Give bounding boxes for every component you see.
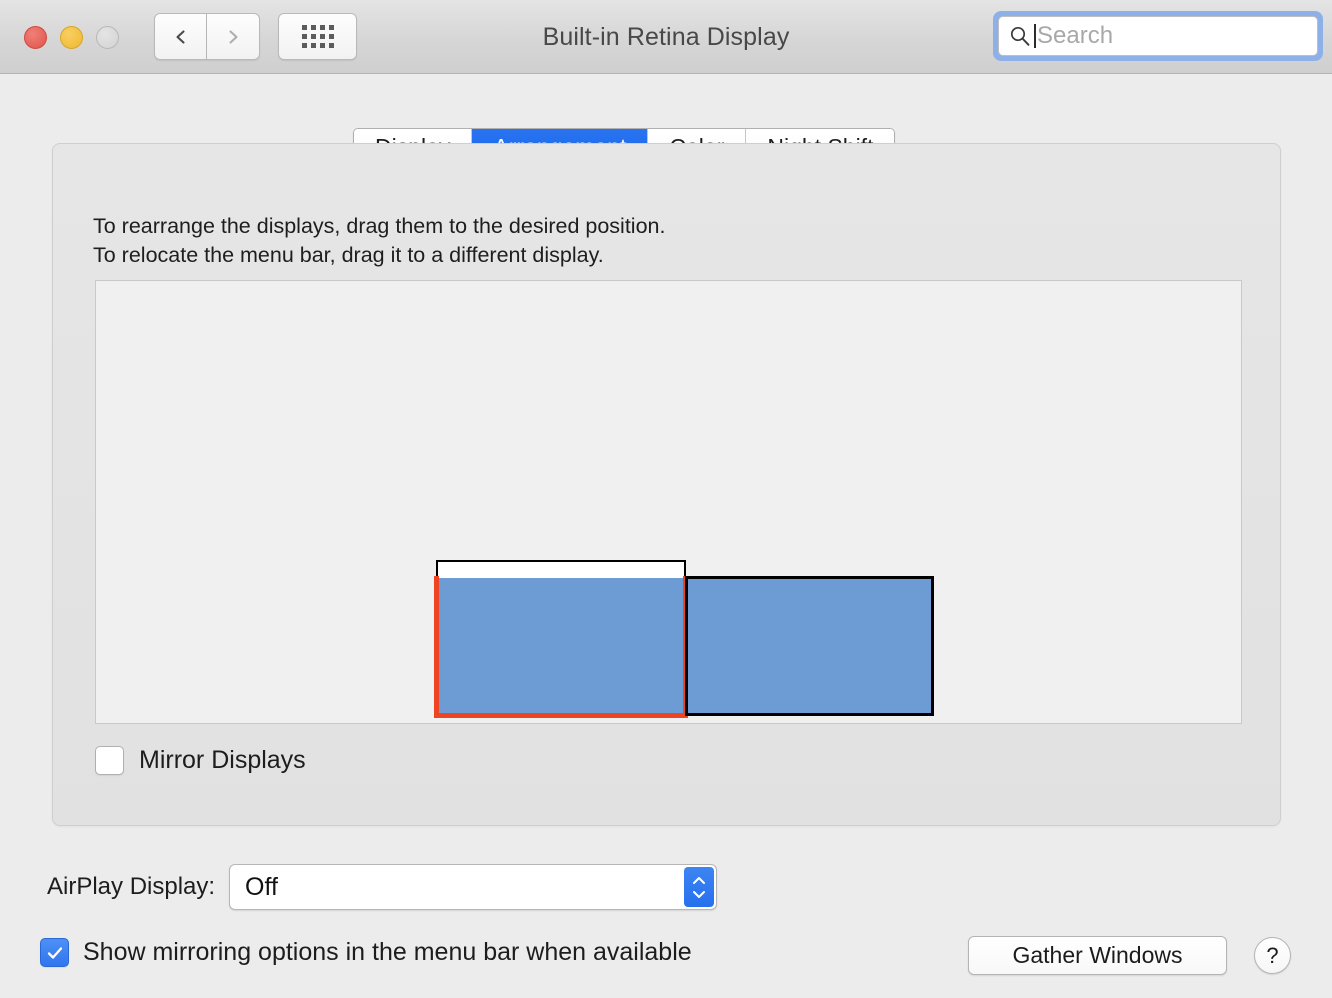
display-screen-area <box>436 578 686 716</box>
display-built-in[interactable] <box>434 560 688 718</box>
instructions: To rearrange the displays, drag them to … <box>93 212 665 270</box>
show-mirroring-row[interactable]: Show mirroring options in the menu bar w… <box>40 938 692 967</box>
instruction-line-2: To relocate the menu bar, drag it to a d… <box>93 243 604 267</box>
search-icon <box>1010 26 1030 46</box>
chevron-up-icon <box>693 876 706 884</box>
display-arrangement-canvas[interactable] <box>95 280 1242 724</box>
arrangement-panel: To rearrange the displays, drag them to … <box>52 143 1281 826</box>
airplay-display-row: AirPlay Display: Off <box>47 864 718 910</box>
mirror-displays-checkbox[interactable] <box>95 746 124 775</box>
help-button[interactable]: ? <box>1254 937 1291 974</box>
display-external[interactable] <box>685 576 934 716</box>
airplay-display-label: AirPlay Display: <box>47 873 216 900</box>
text-cursor <box>1034 24 1036 48</box>
system-preferences-window: Built-in Retina Display Search Display A… <box>0 0 1332 998</box>
window-toolbar: Built-in Retina Display Search <box>0 0 1332 74</box>
airplay-display-select[interactable]: Off <box>229 864 718 910</box>
mirror-displays-label: Mirror Displays <box>139 746 306 774</box>
gather-windows-button[interactable]: Gather Windows <box>968 936 1227 975</box>
chevron-down-icon <box>693 890 706 898</box>
search-placeholder: Search <box>1037 22 1114 49</box>
show-mirroring-checkbox[interactable] <box>40 938 69 967</box>
search-input[interactable]: Search <box>998 16 1318 56</box>
mirror-displays-row[interactable]: Mirror Displays <box>95 746 306 775</box>
airplay-display-value: Off <box>245 872 278 901</box>
menu-bar-strip[interactable] <box>436 560 686 578</box>
instruction-line-1: To rearrange the displays, drag them to … <box>93 214 666 238</box>
search-focus-ring: Search <box>993 11 1323 61</box>
show-mirroring-label: Show mirroring options in the menu bar w… <box>83 938 692 966</box>
checkmark-icon <box>47 946 62 959</box>
up-down-chevron-icon[interactable] <box>684 867 715 907</box>
